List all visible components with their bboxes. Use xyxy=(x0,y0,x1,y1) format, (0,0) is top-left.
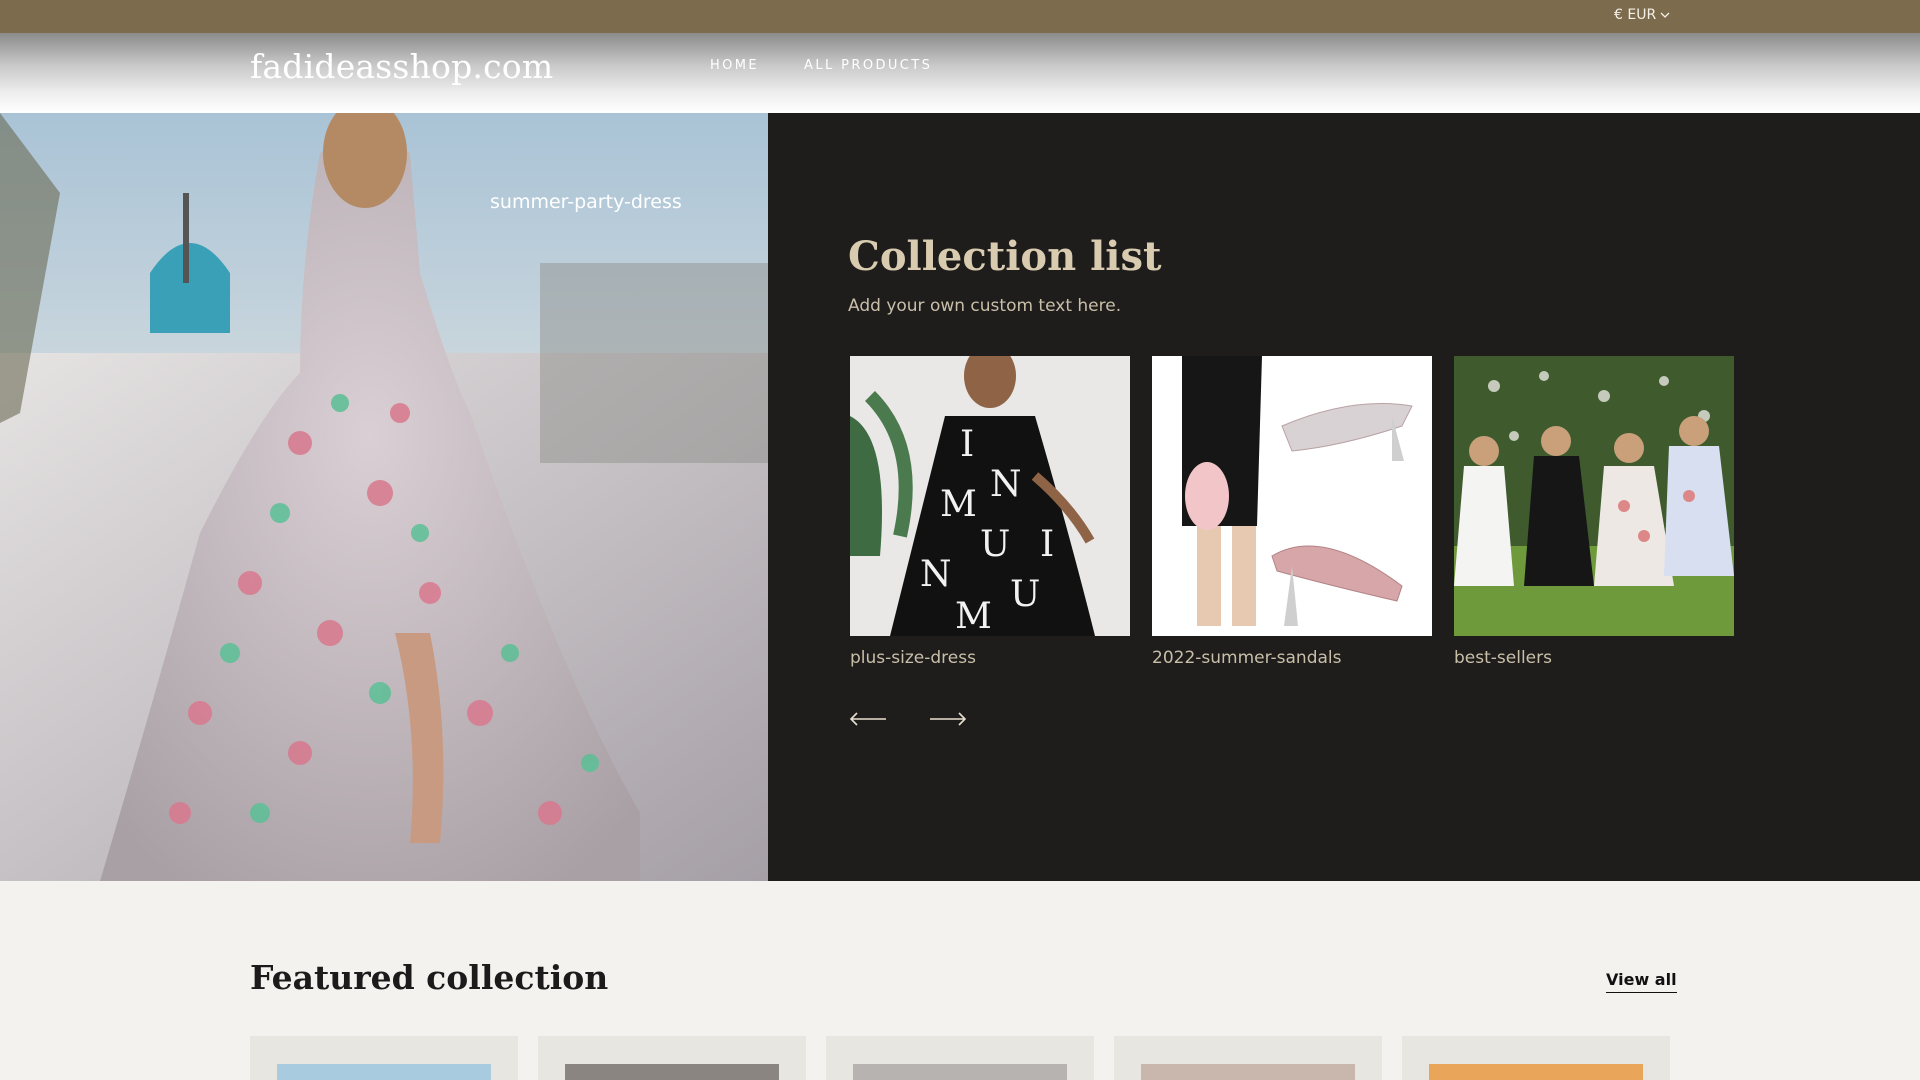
currency-label: € EUR xyxy=(1614,7,1657,23)
product-image xyxy=(1141,1064,1355,1080)
collection-image xyxy=(1454,356,1734,636)
svg-text:M: M xyxy=(940,484,977,525)
svg-text:I: I xyxy=(960,424,974,465)
main-nav: HOME ALL PRODUCTS xyxy=(710,58,932,73)
product-card[interactable] xyxy=(1114,1036,1382,1080)
product-card[interactable] xyxy=(1402,1036,1670,1080)
product-image xyxy=(277,1064,491,1080)
svg-text:U: U xyxy=(1010,574,1040,615)
hero-caption[interactable]: summer-party-dress xyxy=(490,191,682,213)
product-image xyxy=(1429,1064,1643,1080)
product-image xyxy=(565,1064,779,1080)
hero-photo xyxy=(0,113,768,881)
product-card[interactable] xyxy=(250,1036,518,1080)
collection-card-2022-summer-sandals[interactable]: 2022-summer-sandals xyxy=(1152,356,1432,668)
currency-selector[interactable]: € EUR xyxy=(1614,7,1671,23)
nav-all-products-link[interactable]: ALL PRODUCTS xyxy=(804,58,932,73)
hero-image-summer-party-dress[interactable]: summer-party-dress xyxy=(0,113,768,881)
collection-image: INM UNU MI xyxy=(850,356,1130,636)
product-card[interactable] xyxy=(538,1036,806,1080)
hero-section: summer-party-dress Collection list Add y… xyxy=(0,113,1920,881)
arrow-right-icon xyxy=(930,712,967,726)
collection-list-panel: Collection list Add your own custom text… xyxy=(768,113,1920,881)
svg-text:I: I xyxy=(1040,524,1054,565)
chevron-down-icon xyxy=(1660,12,1670,18)
product-card[interactable] xyxy=(826,1036,1094,1080)
store-logo[interactable]: fadideasshop.com xyxy=(250,47,553,86)
collection-label: best-sellers xyxy=(1454,648,1552,668)
svg-text:U: U xyxy=(980,524,1010,565)
svg-text:N: N xyxy=(920,554,952,595)
svg-text:N: N xyxy=(990,464,1022,505)
featured-collection-title: Featured collection xyxy=(250,958,609,997)
view-all-link[interactable]: View all xyxy=(1606,970,1677,993)
collection-label: plus-size-dress xyxy=(850,648,976,668)
collection-image xyxy=(1152,356,1432,636)
slider-prev-button[interactable] xyxy=(849,710,887,728)
arrow-left-icon xyxy=(849,712,886,726)
collection-label: 2022-summer-sandals xyxy=(1152,648,1342,668)
announcement-bar: € EUR xyxy=(0,0,1920,33)
collection-card-best-sellers[interactable]: best-sellers xyxy=(1454,356,1734,668)
nav-home-link[interactable]: HOME xyxy=(710,58,759,73)
svg-text:M: M xyxy=(955,596,992,636)
product-image xyxy=(853,1064,1067,1080)
collection-list-title: Collection list xyxy=(848,233,1162,280)
collection-card-plus-size-dress[interactable]: INM UNU MI plus-size-dress xyxy=(850,356,1130,668)
site-header: fadideasshop.com HOME ALL PRODUCTS xyxy=(0,33,1920,113)
collection-list-text: Add your own custom text here. xyxy=(848,296,1122,316)
slider-next-button[interactable] xyxy=(929,710,967,728)
